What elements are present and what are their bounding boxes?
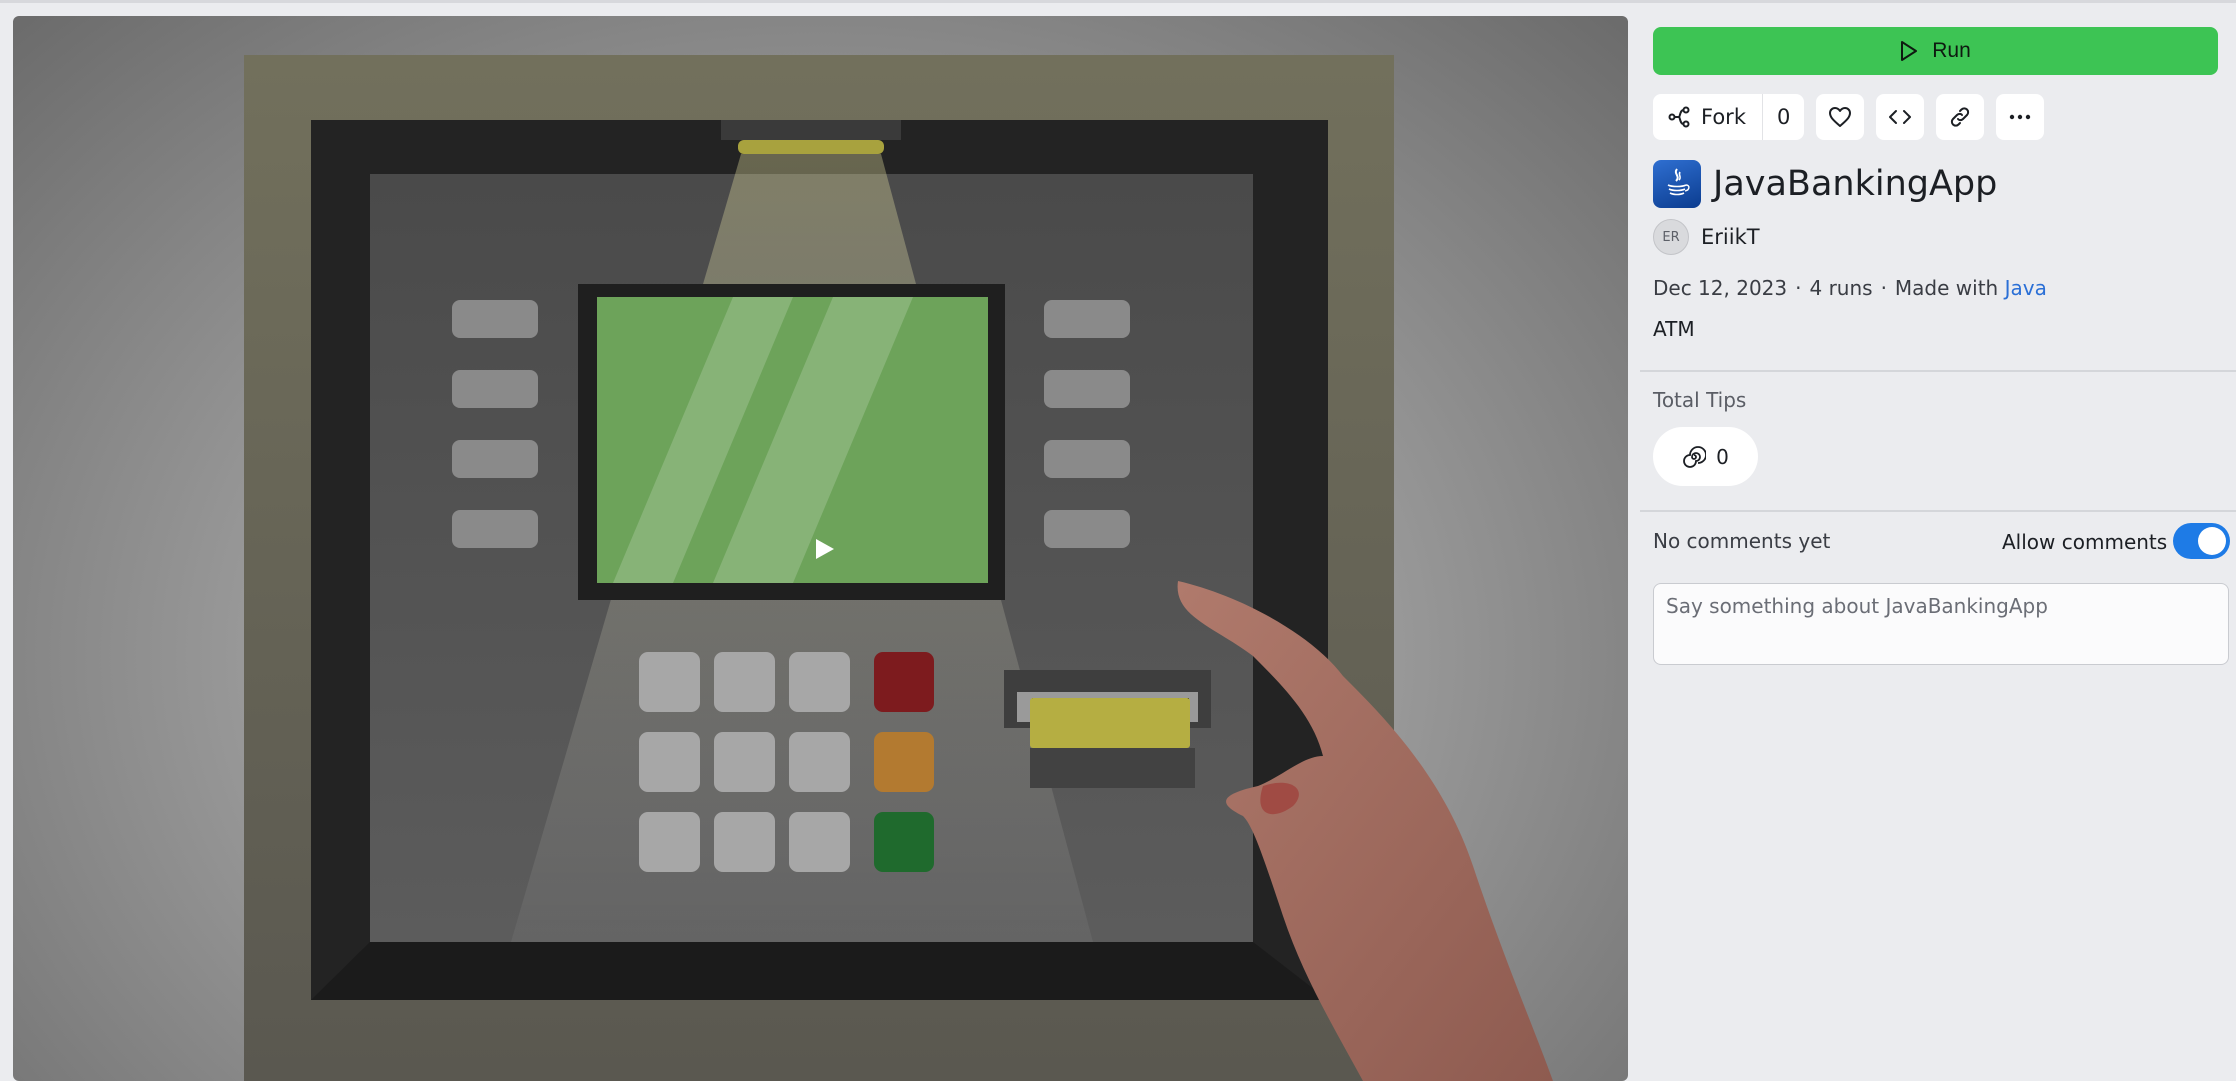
author-row: ER EriikT	[1653, 219, 1760, 255]
created-date: Dec 12, 2023	[1653, 276, 1788, 300]
cover-preview[interactable]	[13, 16, 1628, 1081]
meta-separator: ·	[1880, 276, 1887, 300]
project-description: ATM	[1653, 317, 1695, 341]
fork-icon	[1668, 106, 1690, 128]
title-row: JavaBankingApp	[1653, 160, 1997, 208]
code-button[interactable]	[1876, 94, 1925, 140]
comments-status: No comments yet	[1653, 529, 1831, 553]
allow-comments-label: Allow comments	[2002, 530, 2168, 554]
tips-label: Total Tips	[1653, 388, 1747, 412]
run-count: 4 runs	[1809, 276, 1873, 300]
link-icon	[1951, 107, 1970, 127]
copy-link-button[interactable]	[1936, 94, 1985, 140]
toggle-knob	[2198, 527, 2226, 555]
fork-button[interactable]: Fork	[1653, 94, 1762, 140]
allow-comments-toggle[interactable]	[2173, 523, 2230, 559]
run-label: Run	[1932, 39, 1971, 62]
code-icon	[1889, 110, 1912, 124]
more-options-button[interactable]	[1996, 94, 2045, 140]
made-with-label: Made with	[1894, 276, 1999, 300]
comment-input[interactable]	[1653, 583, 2229, 665]
atm-illustration	[244, 55, 1553, 1081]
language-link[interactable]: Java	[2005, 276, 2047, 300]
fork-label: Fork	[1701, 105, 1746, 129]
action-toolbar: Fork 0	[1653, 94, 2045, 140]
fork-group: Fork 0	[1653, 94, 1805, 140]
fork-count[interactable]: 0	[1761, 94, 1804, 140]
tips-count: 0	[1716, 444, 1729, 469]
like-button[interactable]	[1816, 94, 1865, 140]
project-meta: Dec 12, 2023 · 4 runs · Made with Java	[1653, 276, 2047, 300]
meta-separator: ·	[1795, 276, 1802, 300]
more-icon	[2010, 114, 2031, 120]
divider	[1640, 370, 2236, 372]
divider	[1640, 510, 2236, 512]
author-link[interactable]: EriikT	[1701, 225, 1760, 249]
heart-icon	[1829, 107, 1852, 127]
project-sidebar: Run Fork 0 JavaBankingApp ER EriikT Dec …	[1640, 0, 2236, 1081]
avatar[interactable]: ER	[1653, 219, 1689, 255]
tip-button[interactable]: 0	[1653, 427, 1758, 486]
play-icon	[1901, 41, 1918, 61]
spiral-icon	[1683, 445, 1707, 468]
run-button[interactable]: Run	[1653, 27, 2218, 75]
project-title: JavaBankingApp	[1713, 164, 1998, 204]
java-icon	[1653, 160, 1701, 208]
